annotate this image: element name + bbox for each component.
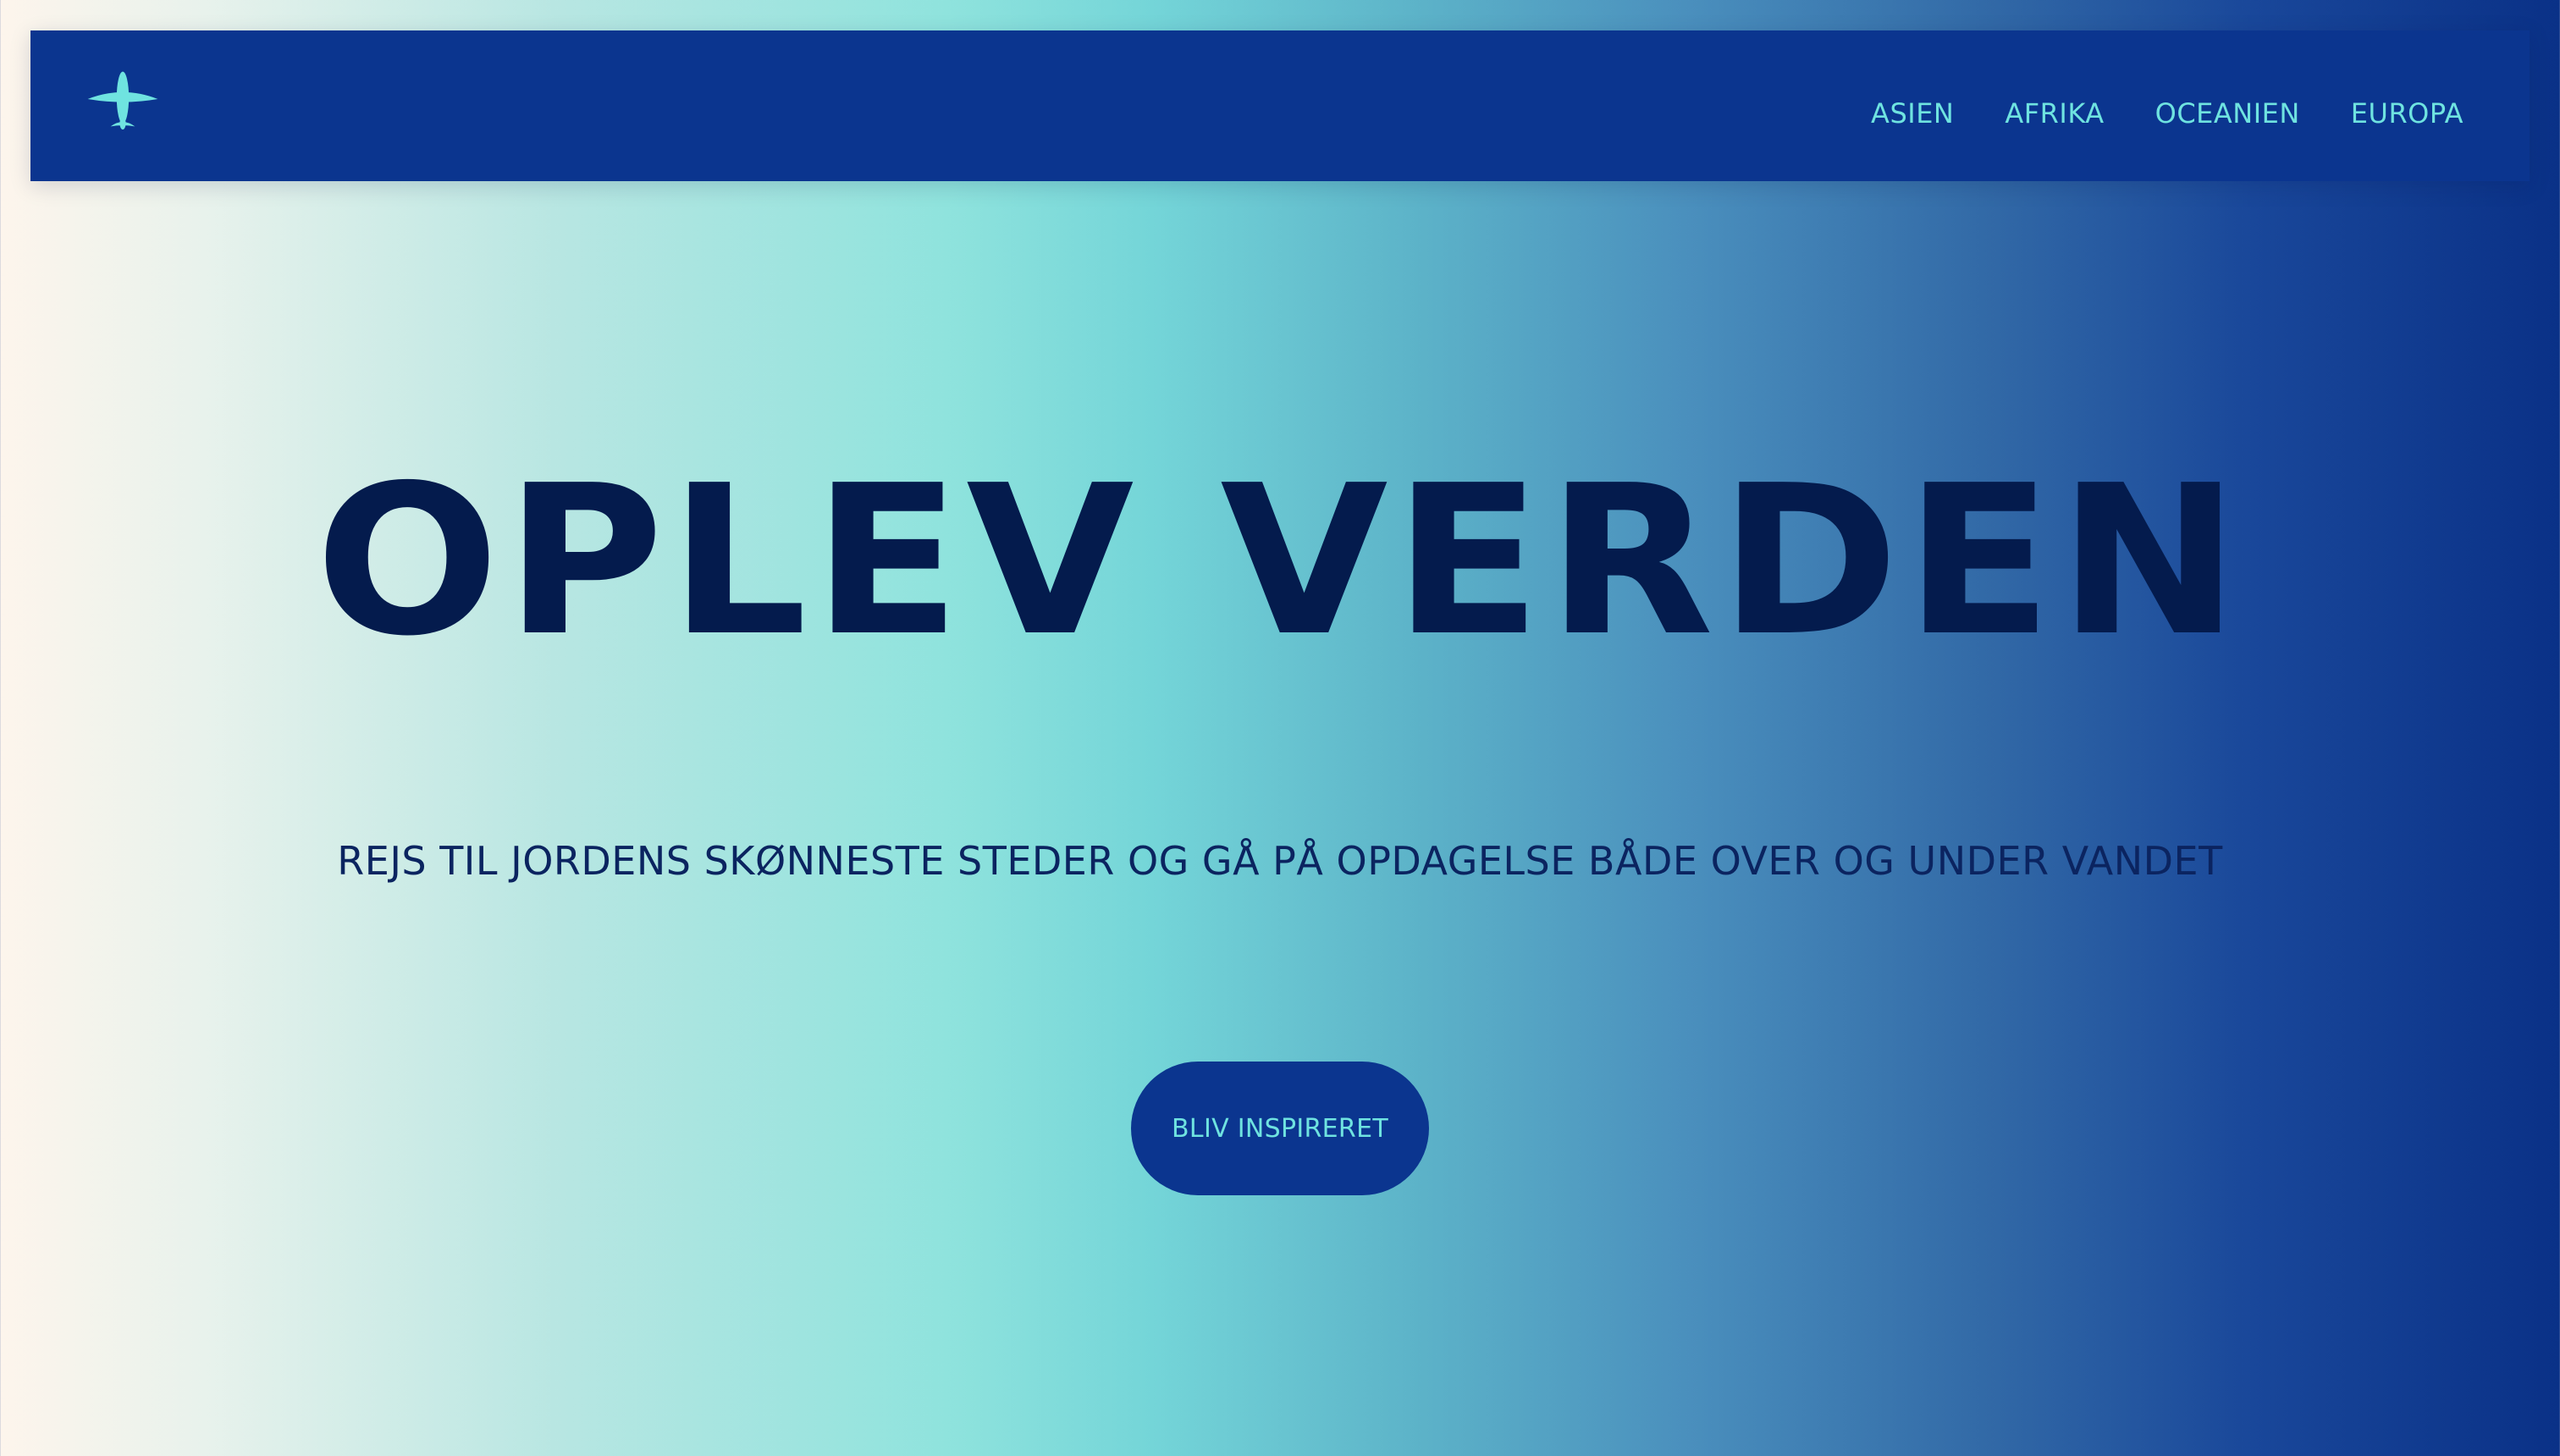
airplane-icon xyxy=(85,61,161,137)
nav-link-europa[interactable]: EUROPA xyxy=(2351,97,2463,130)
hero-title: OPLEV VERDEN xyxy=(315,441,2245,681)
navbar: ASIEN AFRIKA OCEANIEN EUROPA xyxy=(30,30,2530,181)
inspire-button-label: BLIV INSPIRERET xyxy=(1172,1113,1388,1144)
inspire-button[interactable]: BLIV INSPIRERET xyxy=(1131,1062,1429,1195)
hero-subtitle: REJS TIL JORDENS SKØNNESTE STEDER OG GÅ … xyxy=(337,838,2223,884)
nav-link-oceanien[interactable]: OCEANIEN xyxy=(2155,97,2300,130)
nav-link-afrika[interactable]: AFRIKA xyxy=(2005,97,2104,130)
main-nav: ASIEN AFRIKA OCEANIEN EUROPA xyxy=(1871,30,2463,181)
nav-link-asien[interactable]: ASIEN xyxy=(1871,97,1954,130)
logo-link[interactable] xyxy=(85,61,161,137)
